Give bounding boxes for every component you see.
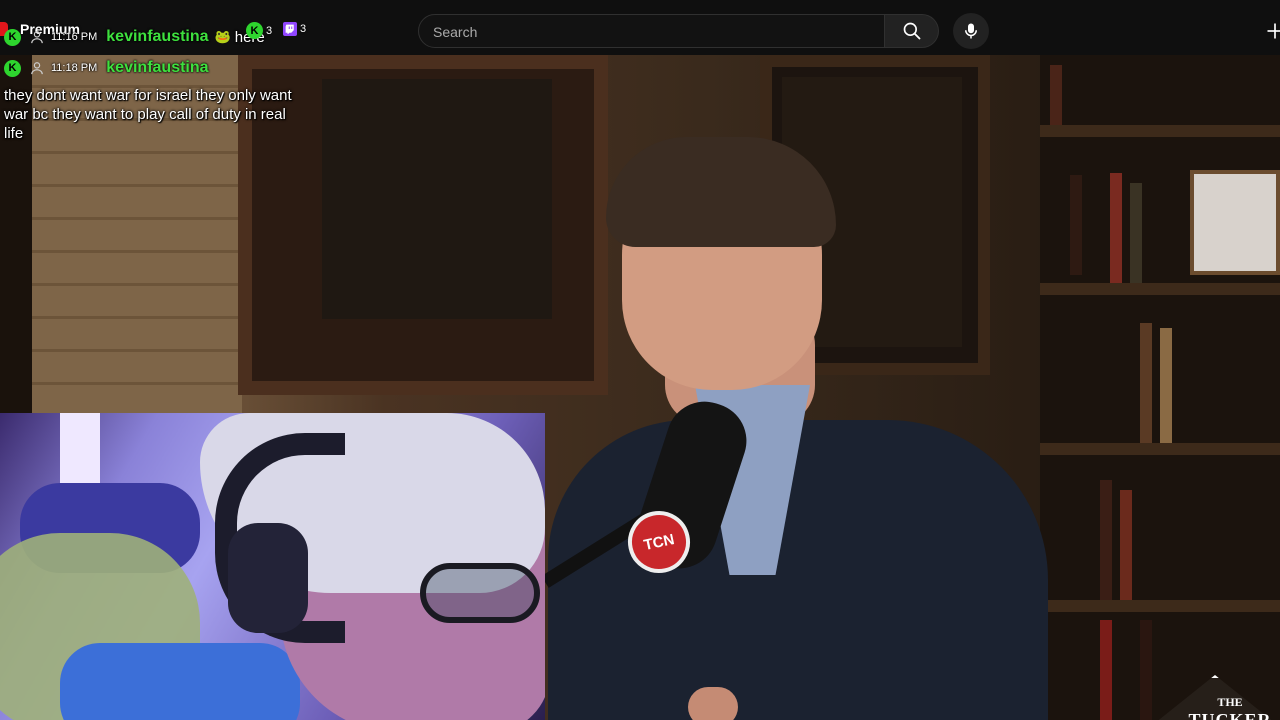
webcam-shirt [60,643,300,720]
video-shelf-photo [1190,170,1280,275]
chat-username[interactable]: kevinfaustina [106,59,208,77]
webcam-headphone-cup [228,523,308,633]
video-host-hand [688,687,738,720]
chat-timestamp: 11:18 PM [51,62,98,74]
search-button[interactable] [885,14,939,48]
search-box [418,14,885,49]
kick-count-value: 3 [266,24,273,37]
search-input[interactable] [431,15,875,49]
twitch-count-value: 3 [300,23,307,35]
chat-message-text: they dont want war for israel they only … [4,87,292,142]
microphone-icon [965,23,977,39]
twitch-count: 3 [283,22,306,36]
show-logo: THE TUCKER [1180,695,1280,720]
kick-badge-icon: K [246,22,263,39]
user-icon [29,29,45,45]
user-icon [29,60,45,76]
chat-username[interactable]: kevinfaustina [106,28,208,46]
chat-timestamp: 11:16 PM [51,31,98,43]
video-host-sweater [548,420,1048,720]
frog-emote-icon: 🐸 [214,29,231,44]
plus-icon [1267,23,1280,39]
chat-message: K 11:16 PM kevinfaustina 🐸 here [0,26,265,48]
webcam-light [60,413,100,493]
twitch-icon [283,22,297,36]
video-bookshelf [1040,55,1280,720]
streamer-webcam [0,413,545,720]
search-icon [903,22,920,40]
voice-search-button[interactable] [953,13,989,49]
show-logo-line1: THE [1217,695,1243,709]
kick-badge-icon: K [4,59,21,77]
kick-badge-icon: K [4,28,21,46]
chat-message: K 11:18 PM kevinfaustina [0,57,209,79]
kick-count: K 3 [246,22,272,39]
webcam-glasses [420,563,540,623]
stream-page: TCN THE TUCKER Search Premium K 11:16 PM… [0,0,1280,720]
show-logo-line2: TUCKER [1188,710,1272,720]
create-button[interactable] [1262,18,1280,44]
